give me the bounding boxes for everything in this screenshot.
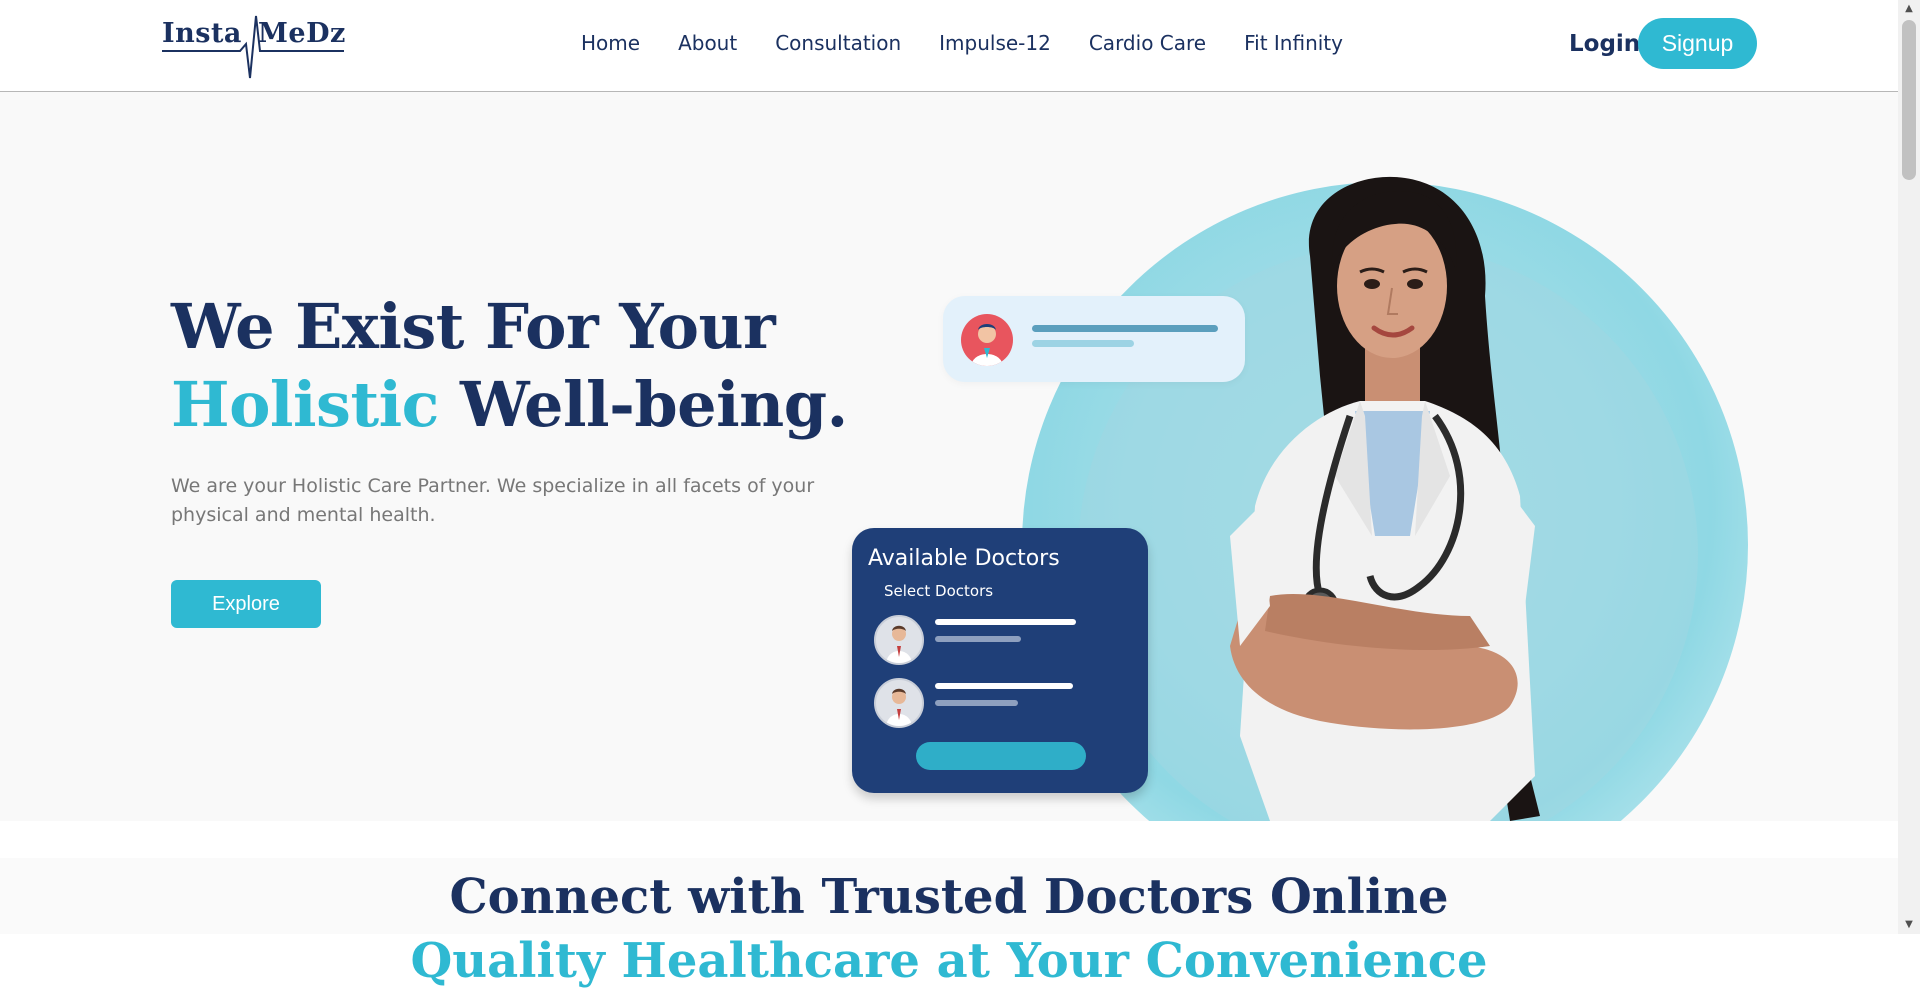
scroll-up-arrow-icon[interactable]: ▲ xyxy=(1898,0,1920,18)
logo-text-right: MeDz xyxy=(258,18,346,49)
available-doctors-subtitle: Select Doctors xyxy=(884,582,994,600)
trusted-doctors-section: Connect with Trusted Doctors Online Qual… xyxy=(0,858,1898,989)
hero-title: We Exist For Your Holistic Well-being. xyxy=(171,288,848,444)
available-doctors-title: Available Doctors xyxy=(868,546,1060,571)
nav-home[interactable]: Home xyxy=(581,30,659,56)
available-doctors-card: Available Doctors Select Doctors xyxy=(852,528,1148,793)
page-scrollbar[interactable]: ▲ ▼ xyxy=(1898,0,1920,934)
signup-button[interactable]: Signup xyxy=(1638,18,1757,69)
doctor-avatar-icon[interactable] xyxy=(874,678,924,728)
explore-button[interactable]: Explore xyxy=(171,580,321,628)
nav-about[interactable]: About xyxy=(659,30,756,56)
hero-title-rest: Well-being. xyxy=(438,368,848,441)
site-header: Insta MeDz Home About Consultation Impul… xyxy=(0,0,1898,92)
doctor-avatar-icon[interactable] xyxy=(874,615,924,665)
nav-impulse-12[interactable]: Impulse-12 xyxy=(920,30,1070,56)
doctor-name-placeholder xyxy=(935,619,1076,625)
doctor-detail-placeholder xyxy=(935,636,1021,642)
doctor-detail-placeholder xyxy=(935,700,1018,706)
main-nav: Home About Consultation Impulse-12 Cardi… xyxy=(581,30,1362,56)
profile-detail-placeholder xyxy=(1032,340,1134,347)
hero-title-line1: We Exist For Your xyxy=(171,290,776,363)
hero-title-accent: Holistic xyxy=(171,368,439,441)
nav-consultation[interactable]: Consultation xyxy=(756,30,920,56)
doctor-name-placeholder xyxy=(935,683,1073,689)
logo[interactable]: Insta MeDz xyxy=(160,14,346,80)
select-doctor-button[interactable] xyxy=(916,742,1086,770)
nav-fit-infinity[interactable]: Fit Infinity xyxy=(1225,30,1362,56)
doctor-avatar-icon xyxy=(961,314,1013,366)
doctor-profile-card xyxy=(943,296,1245,382)
section-title: Connect with Trusted Doctors Online xyxy=(449,869,1449,925)
scrollbar-thumb[interactable] xyxy=(1902,20,1916,180)
doctor-illustration xyxy=(1230,176,1540,821)
section-subtitle: Quality Healthcare at Your Convenience xyxy=(410,933,1488,989)
nav-cardio-care[interactable]: Cardio Care xyxy=(1070,30,1225,56)
hero-description: We are your Holistic Care Partner. We sp… xyxy=(171,475,815,526)
login-link[interactable]: Login xyxy=(1569,29,1640,59)
profile-name-placeholder xyxy=(1032,325,1218,332)
scroll-down-arrow-icon[interactable]: ▼ xyxy=(1898,916,1920,934)
hero-section: We Exist For Your Holistic Well-being. W… xyxy=(0,92,1898,821)
